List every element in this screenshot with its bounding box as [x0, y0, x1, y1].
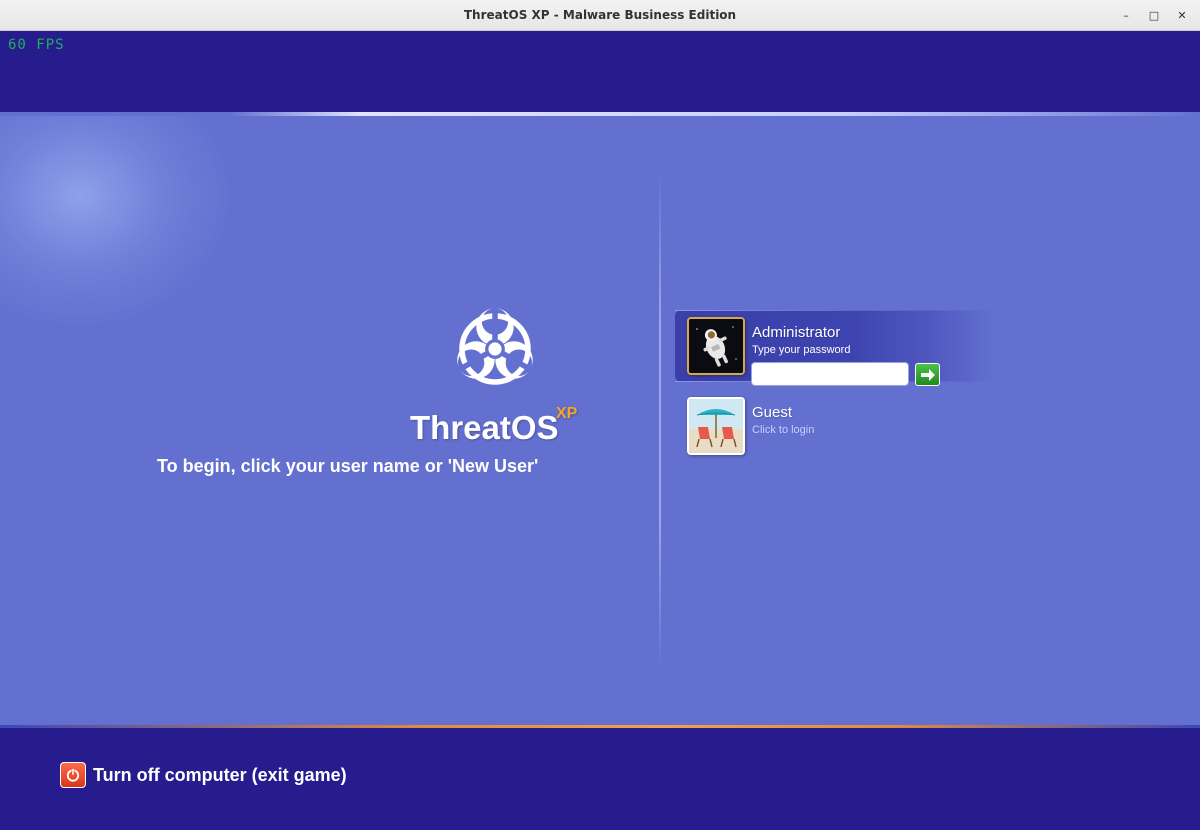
user-name-guest[interactable]: Guest: [752, 404, 792, 421]
game-screen: 60 FPS ThreatOS XP To begin, click your …: [0, 31, 1200, 830]
arrow-right-icon: [920, 368, 935, 381]
astronaut-avatar[interactable]: [687, 317, 745, 375]
login-panel: ThreatOS XP To begin, click your user nam…: [0, 116, 1200, 725]
brand-name: ThreatOS: [410, 409, 559, 446]
vertical-divider: [659, 171, 661, 671]
power-button[interactable]: [60, 762, 86, 788]
window-title: ThreatOS XP - Malware Business Edition: [463, 8, 737, 22]
user-hint-guest: Click to login: [752, 424, 815, 436]
user-name-administrator[interactable]: Administrator: [752, 324, 840, 341]
login-instruction: To begin, click your user name or 'New U…: [157, 456, 539, 476]
fps-counter: 60 FPS: [8, 37, 65, 53]
window-titlebar: ThreatOS XP - Malware Business Edition –…: [0, 0, 1200, 31]
power-icon: [66, 768, 80, 782]
beach-chairs-icon: [689, 399, 743, 453]
window-controls: – □ ✕: [1114, 5, 1194, 25]
brand-title: ThreatOS XP: [410, 405, 577, 447]
maximize-button[interactable]: □: [1142, 5, 1166, 25]
bottom-band: Turn off computer (exit game): [0, 728, 1200, 830]
turn-off-label[interactable]: Turn off computer (exit game): [93, 765, 347, 786]
brand-superscript: XP: [556, 405, 578, 422]
biohazard-icon: [451, 300, 539, 385]
minimize-button[interactable]: –: [1114, 5, 1138, 25]
login-go-button[interactable]: [915, 363, 940, 386]
top-band: 60 FPS: [0, 31, 1200, 112]
beach-chairs-avatar[interactable]: [687, 397, 745, 455]
user-hint-administrator: Type your password: [752, 344, 851, 356]
password-input[interactable]: [751, 362, 909, 386]
close-button[interactable]: ✕: [1170, 5, 1194, 25]
light-glow: [0, 116, 230, 326]
astronaut-icon: [689, 319, 743, 373]
